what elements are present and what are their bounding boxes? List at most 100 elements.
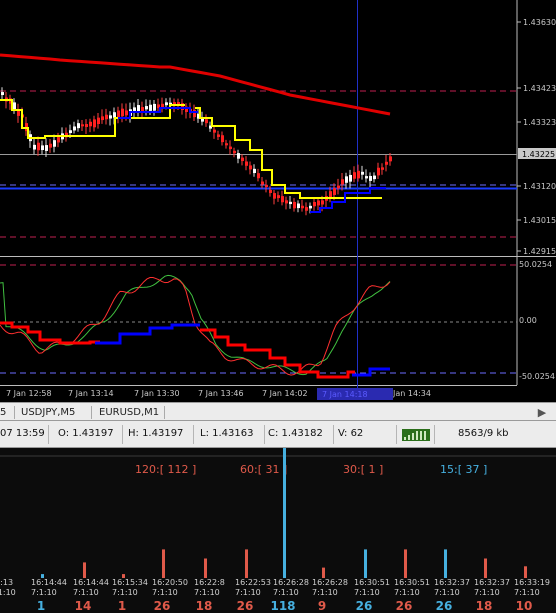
tick-date-label: 7:1:10 [152, 588, 178, 597]
candle-body [313, 202, 316, 207]
candle-body [73, 126, 76, 131]
candle-body [337, 185, 340, 189]
tick-volume-bar [322, 567, 325, 578]
candle-body [369, 175, 372, 181]
candle-body [233, 150, 236, 154]
tick-time-label: 16:22:53 [235, 578, 271, 587]
candle-body [53, 140, 56, 147]
status-divider [48, 425, 49, 444]
status-traffic: 8563/9 kb [458, 428, 509, 439]
price-axis-label: 1.43630 [523, 18, 556, 27]
candle-body [229, 146, 232, 150]
candle-body [205, 119, 208, 124]
candle-body [121, 108, 124, 117]
indicator-axis-label: 0.00 [519, 316, 537, 325]
candle-body [145, 106, 148, 110]
tab-partial[interactable]: 5 [0, 405, 6, 420]
candle-body [349, 174, 352, 182]
candle-body [193, 109, 196, 118]
tick-volume-bar [364, 549, 367, 578]
tick-count-label: 1 [118, 599, 126, 613]
tick-count-label: 18 [196, 599, 213, 613]
tick-date-label: 7:1:10 [434, 588, 460, 597]
tick-time-label: 16:20:50 [152, 578, 188, 587]
tick-volume-bar [524, 566, 527, 578]
tick-date-label: 7:1:10 [354, 588, 380, 597]
chart-tabs-bar: 5 USDJPY,M5 EURUSD,M1 ▶ [0, 402, 556, 421]
status-divider [122, 425, 123, 444]
tick-time-label: 16:15:34 [112, 578, 148, 587]
price-chart[interactable]: 1.43630 1.43423 1.43323 1.43225 1.43120 1.430… [0, 0, 556, 402]
tick-time-label: 16:30:51 [354, 578, 390, 587]
time-axis-label: 7 Jan 13:30 [134, 389, 180, 398]
price-axis-label: 1.42915 [523, 247, 556, 256]
status-divider [434, 425, 435, 444]
candle-body [289, 201, 292, 205]
candle-body [265, 184, 268, 188]
tick-volume-canvas: 120:[ 112 ] 60:[ 31 ] 30:[ 1 ] 15:[ 37 ] 13:… [0, 448, 556, 613]
candle-body [373, 175, 376, 180]
price-axis-label: 1.43323 [523, 118, 556, 127]
tab-separator [14, 406, 15, 419]
candle-body [81, 124, 84, 127]
tick-date-label: 7:1:10 [31, 588, 57, 597]
candle-body [217, 134, 220, 137]
tick-count-label: 10 [516, 599, 533, 613]
candle-body [41, 145, 44, 151]
time-axis-label: 7 Jan 13:14 [68, 389, 114, 398]
tick-date-label: 7:1:10 [73, 588, 99, 597]
tick-count-label: 9 [318, 599, 326, 613]
tick-date-label: 7:1:10 [474, 588, 500, 597]
connection-bars-icon [402, 429, 430, 441]
price-axis-label: 1.43423 [523, 84, 556, 93]
tick-volume-bar [245, 549, 248, 578]
candle-body [277, 195, 280, 199]
candle-body [165, 102, 168, 106]
tick-time-label: 16:14:44 [31, 578, 67, 587]
tick-header-label: 15:[ 37 ] [440, 463, 487, 476]
candle-body [149, 104, 152, 111]
tick-volume-bar [404, 549, 407, 578]
candle-body [321, 200, 324, 205]
candle-body [237, 153, 240, 159]
tab-eurusd-m1[interactable]: EURUSD,M1 [99, 405, 159, 420]
tick-date-label: 7:1:10 [273, 588, 299, 597]
candle-body [249, 165, 252, 170]
tab-usdjpy-m5[interactable]: USDJPY,M5 [21, 405, 75, 420]
tick-count-label: 26 [396, 599, 413, 613]
candle-body [285, 200, 288, 204]
candle-body [317, 200, 320, 206]
candle-body [281, 196, 284, 203]
candle-body [241, 157, 244, 162]
tab-separator [164, 406, 165, 419]
tick-volume-bar [204, 558, 207, 578]
price-axis-label: 1.43120 [523, 182, 556, 191]
candle-body [269, 189, 272, 194]
candle-body [385, 161, 388, 165]
candle-body [221, 135, 224, 143]
candle-body [381, 167, 384, 170]
tick-date-label: 7:1:10 [514, 588, 540, 597]
candle-body [245, 161, 248, 166]
tick-date-label: 7:1:10 [112, 588, 138, 597]
tick-time-label: 16:26:28 [273, 578, 309, 587]
candle-body [333, 188, 336, 195]
candle-body [305, 207, 308, 211]
time-axis-label: 7 Jan 13:46 [198, 389, 244, 398]
tick-volume-bar [283, 448, 286, 578]
tick-count-label: 26 [436, 599, 453, 613]
tick-time-label: 16:26:28 [312, 578, 348, 587]
time-axis-label: 7 Jan 12:58 [6, 389, 52, 398]
price-axis-label: 1.43015 [523, 216, 556, 225]
chart-canvas[interactable]: 1.43630 1.43423 1.43323 1.43225 1.43120 1.430… [0, 0, 556, 402]
status-divider [193, 425, 194, 444]
candle-body [261, 181, 264, 185]
tick-count-label: 118 [270, 599, 295, 613]
tick-volume-bar [83, 562, 86, 578]
candle-body [293, 201, 296, 209]
tab-scroll-right-icon[interactable]: ▶ [530, 405, 554, 420]
tick-header-label: 60:[ 31 ] [240, 463, 287, 476]
tick-time-label: 16:32:37 [474, 578, 510, 587]
status-divider [264, 425, 265, 444]
candle-body [105, 114, 108, 120]
